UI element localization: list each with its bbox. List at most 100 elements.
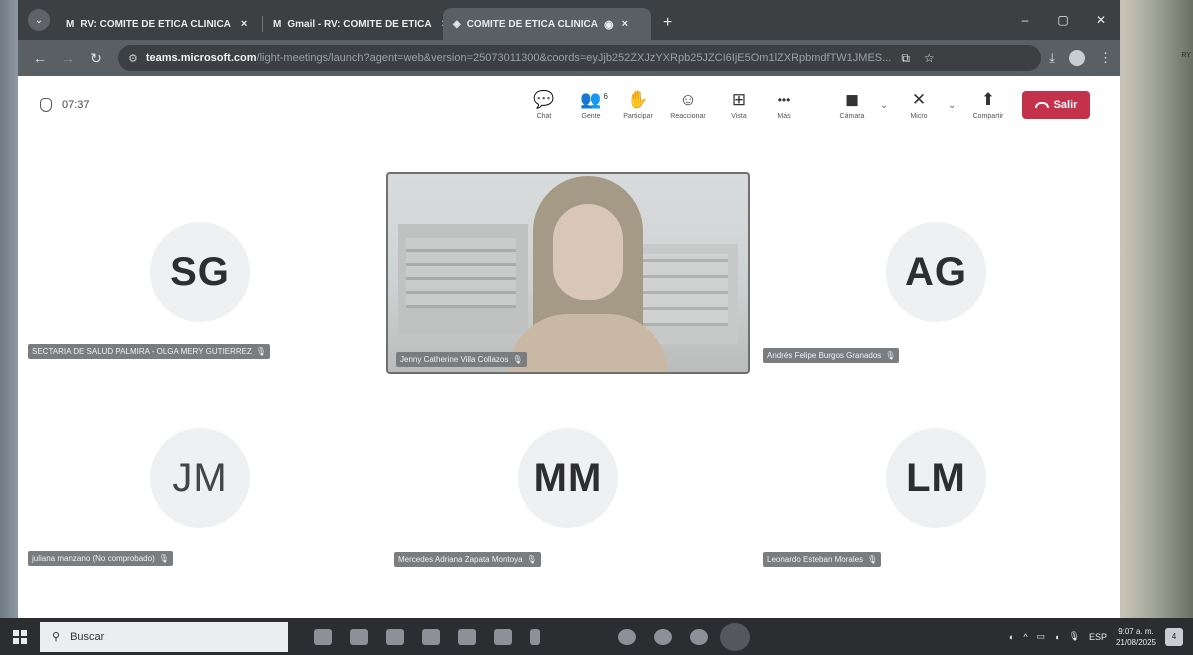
site-info-icon[interactable]: ⚙ bbox=[128, 52, 138, 65]
view-button[interactable]: ⊞ Vista bbox=[716, 90, 762, 120]
chat-icon: 💬 bbox=[533, 90, 555, 109]
participant-nametag: Leonardo Esteban Morales 🎙 bbox=[763, 552, 882, 567]
mic-options-chevron-icon[interactable]: ⌄ bbox=[948, 100, 956, 111]
close-tab-icon[interactable]: × bbox=[622, 18, 628, 30]
timer-text: 07:37 bbox=[62, 99, 90, 111]
meeting-toolbar: 07:37 💬 Chat 👥 6 Gente ✋ Participar ☺ Re… bbox=[18, 76, 1120, 138]
app-icon[interactable] bbox=[690, 628, 708, 645]
mic-icon: 🎙 bbox=[512, 355, 523, 364]
show-hidden-icons-chevron-icon[interactable]: ^ bbox=[1023, 632, 1027, 642]
close-tab-icon[interactable]: × bbox=[241, 18, 247, 30]
gmail-icon: M bbox=[66, 18, 75, 30]
profile-avatar[interactable] bbox=[1069, 50, 1085, 66]
search-icon: ⚲ bbox=[52, 631, 61, 643]
app-icon[interactable] bbox=[530, 628, 540, 645]
participant-avatar-mm[interactable]: MM bbox=[518, 428, 618, 528]
teams-tab-icon: ◈ bbox=[453, 18, 461, 30]
url-field[interactable]: ⚙ teams.microsoft.com /light-meetings/la… bbox=[118, 45, 1042, 71]
window-controls: – ▢ ✕ bbox=[1006, 0, 1120, 40]
desktop-side-text: RY bbox=[1181, 52, 1191, 59]
mic-icon: 🎙 bbox=[885, 351, 896, 360]
react-button[interactable]: ☺ Reaccionar bbox=[665, 90, 711, 120]
participant-nametag: juliana manzano (No comprobado) 🎙 bbox=[28, 551, 173, 566]
download-icon[interactable]: ⤓ bbox=[1049, 50, 1055, 66]
grid-view-icon: ⊞ bbox=[731, 90, 747, 109]
app-icon[interactable] bbox=[494, 628, 512, 645]
share-screen-icon: ⬆ bbox=[980, 90, 996, 109]
url-host: teams.microsoft.com bbox=[145, 52, 257, 64]
tab-teams-active[interactable]: ◈ COMITE DE ETICA CLINICA ◉ × bbox=[443, 8, 651, 40]
clock[interactable]: 9:07 a. m. 21/08/2025 bbox=[1116, 626, 1156, 648]
tab-gmail[interactable]: M Gmail - RV: COMITE DE ETICA × bbox=[263, 8, 443, 40]
participant-avatar-lm[interactable]: LM bbox=[886, 428, 986, 528]
file-explorer-icon[interactable] bbox=[386, 628, 404, 645]
participant-avatar-sg[interactable]: SG bbox=[150, 222, 250, 322]
tab-rv-comite[interactable]: M RV: COMITE DE ETICA CLINICA × bbox=[56, 8, 262, 40]
tab-title: Gmail - RV: COMITE DE ETICA bbox=[287, 18, 432, 30]
close-window-button[interactable]: ✕ bbox=[1082, 0, 1120, 40]
taskbar-apps bbox=[314, 628, 744, 645]
smiley-icon: ☺ bbox=[679, 90, 697, 109]
meeting-timer: 07:37 bbox=[40, 98, 90, 112]
camera-off-icon: ◼ bbox=[844, 90, 860, 109]
mic-tray-icon[interactable]: 🎙 bbox=[1069, 631, 1080, 642]
back-icon[interactable]: ← bbox=[26, 50, 54, 66]
mic-off-icon: ✕ bbox=[911, 90, 927, 109]
participant-nametag: Andrés Felipe Burgos Granados 🎙 bbox=[763, 348, 900, 363]
notification-center-icon[interactable]: 4 bbox=[1165, 627, 1183, 646]
volume-icon[interactable]: ◖ bbox=[1054, 632, 1059, 642]
video-background bbox=[398, 224, 528, 334]
url-path: /light-meetings/launch?agent=web&version… bbox=[256, 52, 892, 64]
browser-window: ⌄ M RV: COMITE DE ETICA CLINICA × M Gmai… bbox=[18, 0, 1120, 618]
mic-button[interactable]: ✕ Micro bbox=[896, 90, 942, 120]
language-indicator[interactable]: ESP bbox=[1089, 632, 1107, 642]
windows-logo-icon bbox=[13, 629, 27, 644]
participant-nametag: SECTARIA DE SALUD PALMIRA - OLGA MERY GU… bbox=[28, 344, 271, 359]
weather-icon[interactable]: ◐ bbox=[1009, 632, 1014, 642]
participant-video-tile[interactable]: Jenny Catherine Villa Collazos 🎙 bbox=[386, 172, 750, 374]
reload-icon[interactable]: ↻ bbox=[82, 50, 110, 67]
app-icon[interactable] bbox=[458, 628, 476, 645]
chat-button[interactable]: 💬 Chat bbox=[521, 90, 567, 120]
new-tab-button[interactable]: + bbox=[663, 14, 672, 32]
network-icon[interactable]: ▭ bbox=[1037, 631, 1046, 642]
recording-dot-icon: ◉ bbox=[604, 18, 614, 31]
browser-menu-icon[interactable]: ⋮ bbox=[1099, 50, 1112, 66]
task-view-icon[interactable] bbox=[314, 628, 332, 645]
shield-icon bbox=[40, 98, 52, 112]
more-dots-icon: ••• bbox=[777, 93, 791, 107]
system-tray: ◐ ^ ▭ ◖ 🎙 ESP 9:07 a. m. 21/08/2025 4 bbox=[1009, 626, 1183, 648]
camera-options-chevron-icon[interactable]: ⌄ bbox=[880, 100, 888, 111]
edge-icon[interactable] bbox=[350, 628, 368, 645]
maximize-button[interactable]: ▢ bbox=[1044, 0, 1082, 40]
bookmark-star-icon[interactable]: ☆ bbox=[924, 51, 935, 66]
participant-nametag: Mercedes Adriana Zapata Montoya 🎙 bbox=[394, 552, 541, 567]
participant-avatar-ag[interactable]: AG bbox=[886, 222, 986, 322]
people-icon: 👥 bbox=[580, 90, 602, 109]
teams-meeting: 07:37 💬 Chat 👥 6 Gente ✋ Participar ☺ Re… bbox=[18, 76, 1120, 618]
minimize-button[interactable]: – bbox=[1006, 0, 1044, 40]
app-icon[interactable] bbox=[618, 628, 636, 645]
mic-icon: 🎙 bbox=[158, 554, 169, 563]
forward-icon[interactable]: → bbox=[54, 50, 82, 66]
people-button[interactable]: 👥 6 Gente bbox=[568, 90, 614, 120]
translate-icon[interactable]: ⧉ bbox=[901, 51, 910, 66]
start-button[interactable] bbox=[0, 629, 40, 644]
more-button[interactable]: ••• Más bbox=[761, 90, 807, 120]
participant-avatar-jm[interactable]: JM bbox=[150, 428, 250, 528]
raise-hand-button[interactable]: ✋ Participar bbox=[615, 90, 661, 120]
chrome-icon[interactable] bbox=[726, 628, 744, 645]
tab-strip: ⌄ M RV: COMITE DE ETICA CLINICA × M Gmai… bbox=[18, 0, 1120, 40]
app-icon[interactable] bbox=[654, 628, 672, 645]
tab-title: COMITE DE ETICA CLINICA bbox=[466, 18, 598, 30]
camera-button[interactable]: ◼ Cámara bbox=[829, 90, 875, 120]
calendar-icon[interactable] bbox=[422, 628, 440, 645]
leave-button[interactable]: Salir bbox=[1022, 91, 1090, 119]
mic-icon: 🎙 bbox=[526, 555, 537, 564]
mic-icon: 🎙 bbox=[255, 347, 267, 356]
taskbar-search[interactable]: ⚲ Buscar bbox=[40, 621, 288, 652]
address-bar: ← → ↻ ⚙ teams.microsoft.com /light-meeti… bbox=[18, 40, 1120, 76]
people-count-badge: 6 bbox=[603, 92, 608, 101]
tab-search-button[interactable]: ⌄ bbox=[28, 9, 50, 31]
share-button[interactable]: ⬆ Compartir bbox=[965, 90, 1011, 120]
